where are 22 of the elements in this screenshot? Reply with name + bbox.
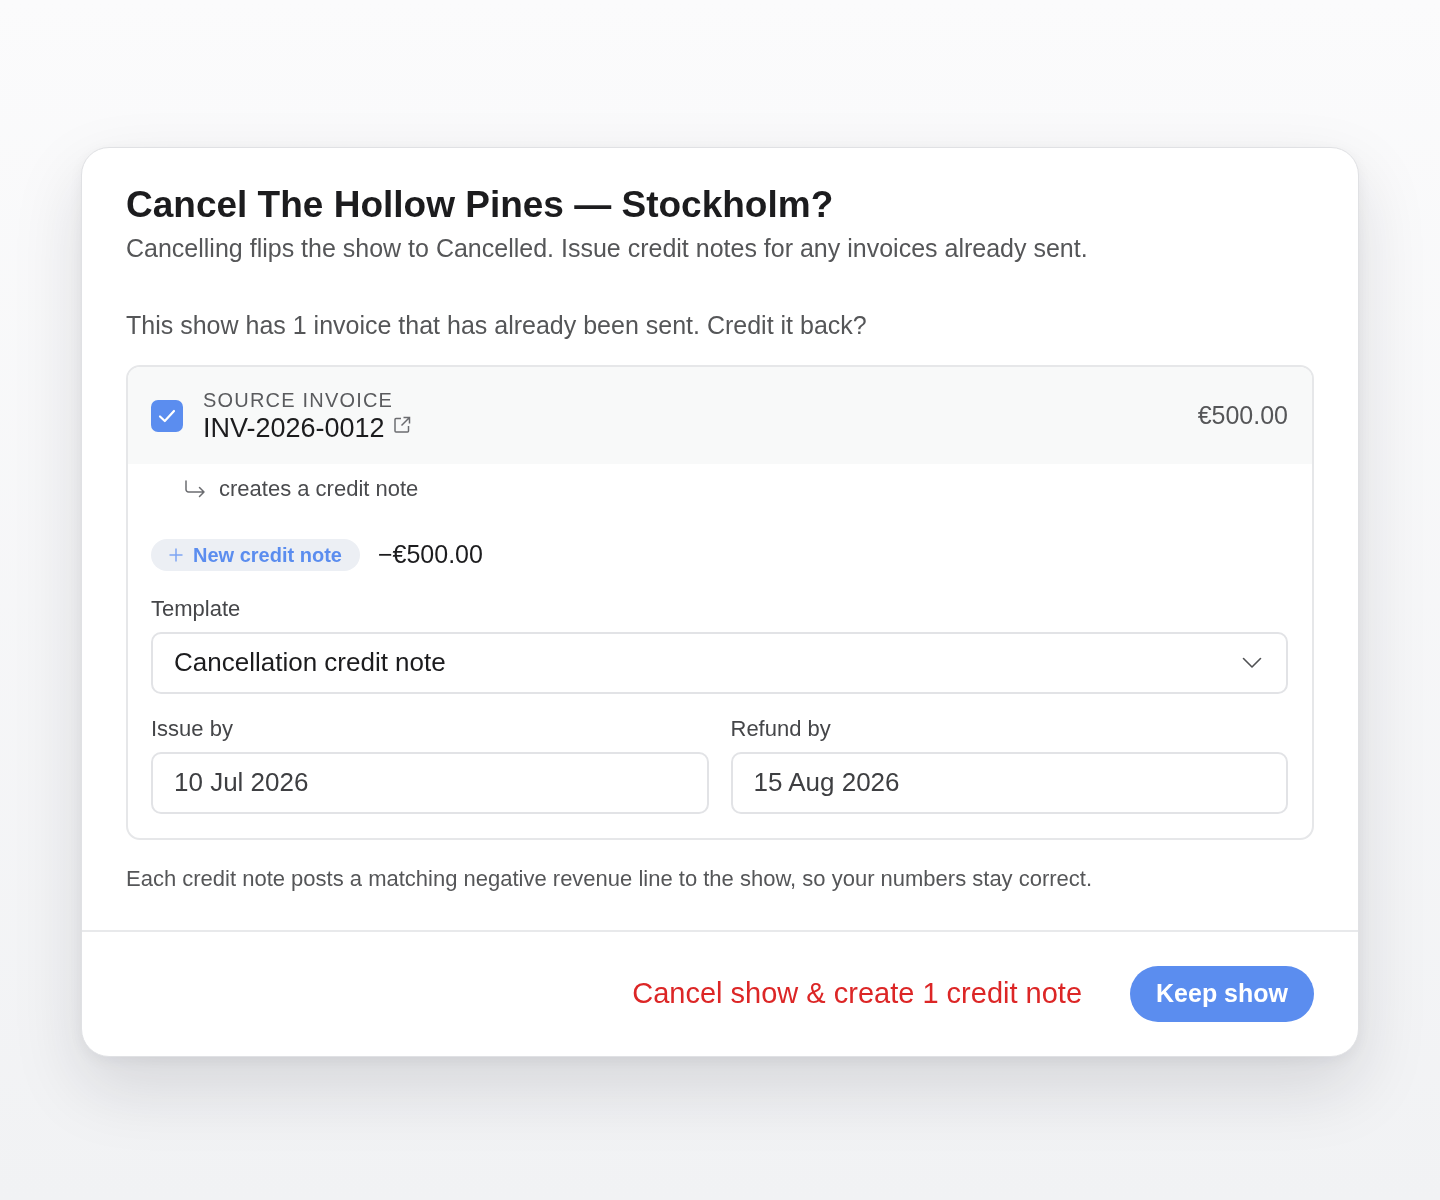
invoice-number-link[interactable]: INV-2026-0012 [203,412,385,444]
cancel-show-button[interactable]: Cancel show & create 1 credit note [632,971,1082,1016]
template-select[interactable]: Cancellation credit note [151,631,1288,694]
date-field[interactable]: 15 Aug 2026 [730,751,1288,814]
field-label: Issue by [151,715,234,742]
checkbox[interactable] [151,400,183,432]
invoice-label: SOURCE INVOICE [203,388,395,412]
prompt-text: This show has 1 invoice that has already been sent. Credit it back? [126,310,868,341]
creates-label: creates a credit note [219,475,419,503]
dialog-title: Cancel The Hollow Pines — Stockholm? [126,184,835,226]
field-label: Template [151,595,242,622]
external-link-icon [392,416,411,434]
return-arrow-icon [184,480,206,498]
check-icon [158,409,176,423]
plus-icon [169,547,183,562]
footer-note: Each credit note posts a matching negative revenue line to the show, so your numbers stay correct. [126,864,1094,893]
field-label: Refund by [730,715,832,742]
invoice-amount: €500.00 [1197,400,1288,432]
credit-amount: −€500.00 [377,539,483,570]
chevron-down-icon [1242,656,1262,669]
dialog-subtitle: Cancelling flips the show to Cancelled. Issue credit notes for any invoices already sent. [126,233,1089,264]
date-field[interactable]: 10 Jul 2026 [151,751,709,814]
